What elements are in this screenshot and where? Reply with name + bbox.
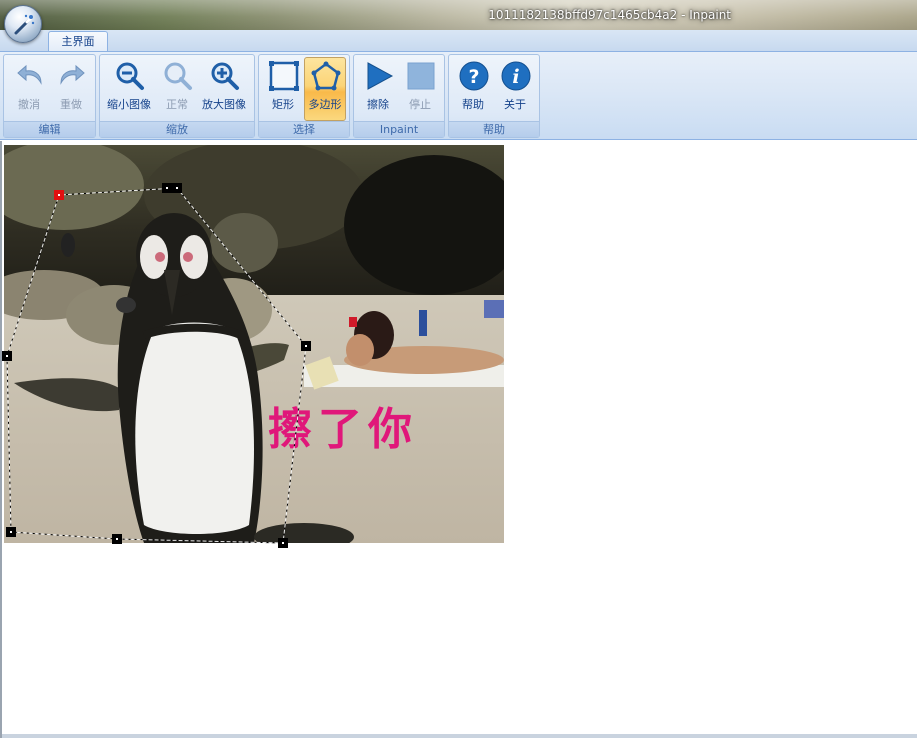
polygon-select-icon	[311, 61, 341, 91]
selection-handle[interactable]	[2, 351, 12, 361]
tab-home[interactable]: 主界面	[48, 31, 108, 52]
edit-group: 撤消 重做 编辑	[3, 54, 96, 138]
stop-icon	[407, 62, 435, 90]
polygon-select-button[interactable]: 多边形	[304, 57, 346, 121]
help-group-label: 帮助	[449, 121, 539, 137]
redo-icon	[60, 64, 85, 85]
title-bar: 1011182138bffd97c1465cb4a2 - Inpaint	[0, 0, 917, 30]
svg-text:?: ?	[468, 66, 479, 88]
rectangle-select-button[interactable]: 矩形	[262, 57, 304, 121]
inpaint-group-label: Inpaint	[354, 121, 444, 137]
selection-group: 矩形 多边形 选择	[258, 54, 350, 138]
play-icon	[367, 62, 394, 90]
application-menu-button[interactable]	[4, 5, 42, 43]
selection-handle[interactable]	[162, 183, 172, 193]
info-icon: i	[501, 61, 531, 91]
zoom-group: 缩小图像 正常 放大图像 缩放	[99, 54, 255, 138]
selection-handle[interactable]	[112, 534, 122, 544]
selection-handle[interactable]	[301, 341, 311, 351]
window-title: 1011182138bffd97c1465cb4a2 - Inpaint	[488, 8, 731, 22]
polygon-selection[interactable]	[2, 141, 917, 738]
image-canvas[interactable]: 擦了你	[0, 141, 917, 738]
help-icon: ?	[459, 61, 489, 91]
help-button[interactable]: ? 帮助	[452, 57, 494, 121]
ribbon: 撤消 重做 编辑 缩小图像 正常 放大图像 缩放 矩形 多边形 选择 擦除 停止…	[0, 51, 917, 140]
zoom-out-button[interactable]: 缩小图像	[107, 57, 151, 121]
selection-handle[interactable]	[6, 527, 16, 537]
wand-icon	[14, 14, 35, 35]
zoom-out-icon	[116, 62, 144, 90]
redo-button[interactable]: 重做	[50, 57, 92, 121]
selection-handle[interactable]	[172, 183, 182, 193]
inpaint-group: 擦除 停止 Inpaint	[353, 54, 445, 138]
undo-icon	[17, 64, 42, 85]
selection-handle[interactable]	[278, 538, 288, 548]
about-button[interactable]: i 关于	[494, 57, 536, 121]
ribbon-tab-strip: 主界面	[0, 30, 917, 52]
selection-handle-active[interactable]	[54, 190, 64, 200]
stop-button[interactable]: 停止	[399, 57, 441, 121]
zoom-group-label: 缩放	[100, 121, 254, 137]
help-group: ? 帮助 i 关于 帮助	[448, 54, 540, 138]
undo-button[interactable]: 撤消	[8, 57, 50, 121]
zoom-normal-button[interactable]: 正常	[156, 57, 198, 121]
zoom-normal-icon	[164, 62, 192, 90]
selection-group-label: 选择	[259, 121, 349, 137]
zoom-in-button[interactable]: 放大图像	[202, 57, 246, 121]
erase-button[interactable]: 擦除	[357, 57, 399, 121]
edit-group-label: 编辑	[4, 121, 95, 137]
status-bar	[2, 734, 917, 738]
rectangle-select-icon	[269, 61, 299, 91]
svg-text:i: i	[512, 66, 519, 88]
zoom-in-icon	[211, 62, 239, 90]
